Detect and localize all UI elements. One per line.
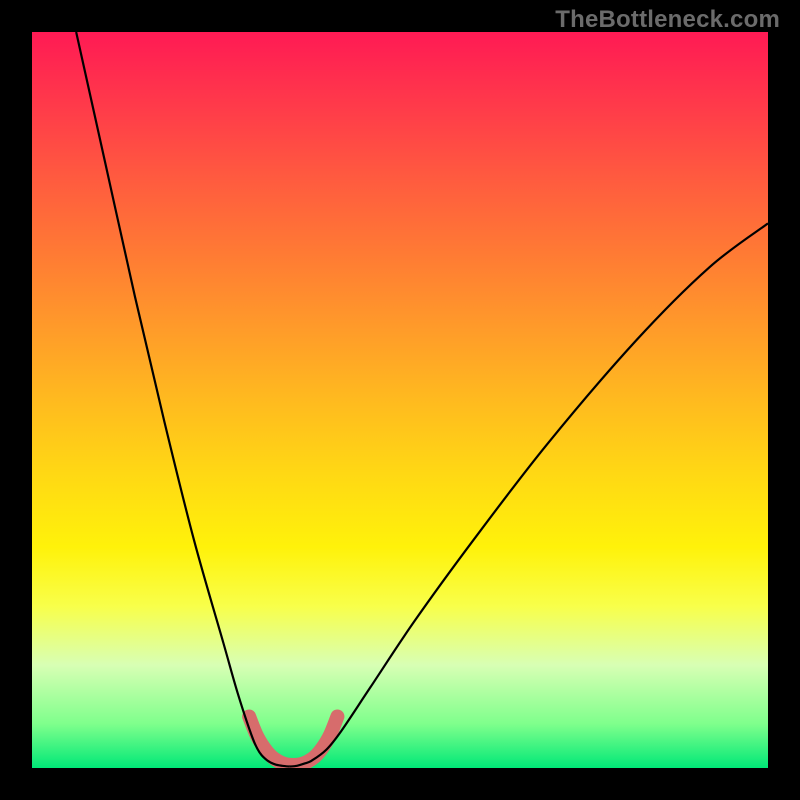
series-curve-left [76,32,289,767]
watermark-label: TheBottleneck.com [555,6,780,34]
plot-area [32,32,768,768]
curve-layer [32,32,768,768]
series-curve-right [290,223,768,766]
series-trough-highlight [249,716,337,765]
chart-frame: TheBottleneck.com [0,0,800,800]
